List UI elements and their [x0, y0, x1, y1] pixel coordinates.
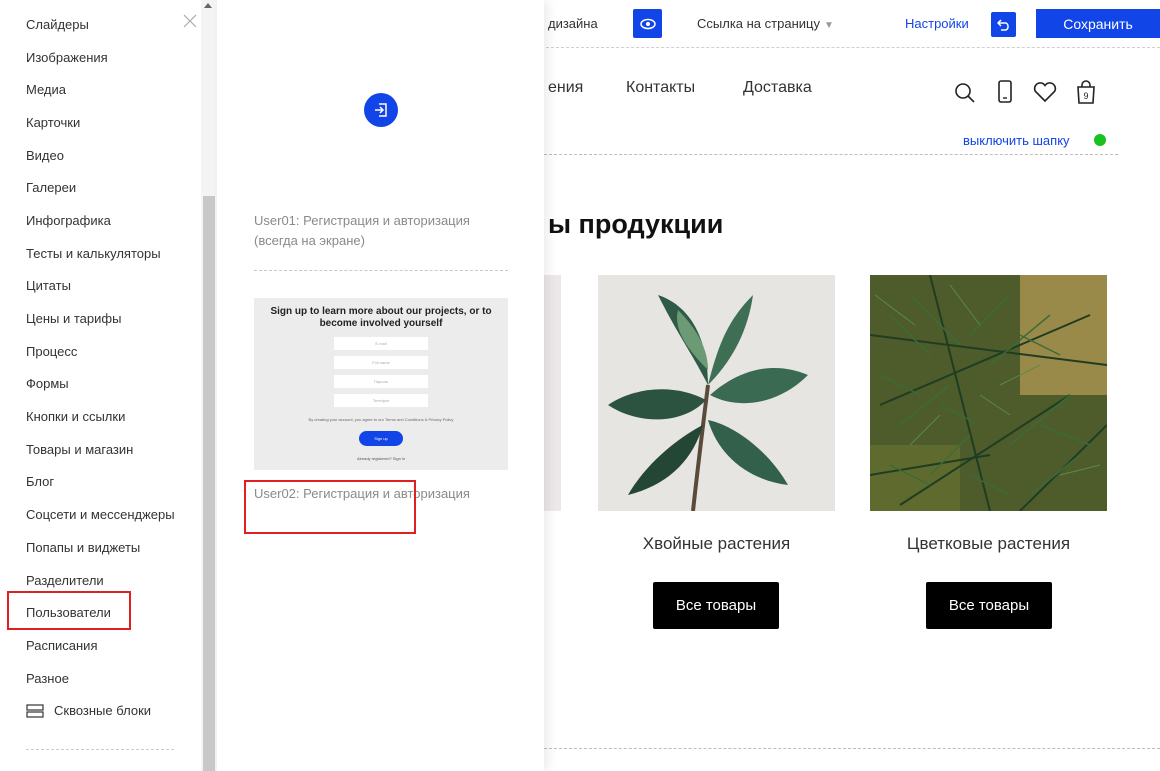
thumb-signup-button: Sign up	[359, 431, 403, 446]
thumb-already: Already registered? Sign in	[356, 456, 406, 461]
panel-divider	[26, 749, 174, 750]
nav-item-partial[interactable]: ения	[548, 79, 583, 97]
highlight-box-user02	[244, 480, 416, 534]
toggle-header-link[interactable]: выключить шапку	[963, 133, 1070, 148]
block-label-user01[interactable]: User01: Регистрация и авторизация (всегд…	[254, 211, 484, 251]
thumb-field: Full name	[334, 356, 428, 369]
undo-button[interactable]	[991, 12, 1016, 37]
nav-item-contacts[interactable]: Контакты	[626, 79, 695, 97]
category-item[interactable]: Формы	[26, 368, 175, 401]
close-icon[interactable]	[182, 13, 198, 29]
category-item[interactable]: Галереи	[26, 171, 175, 204]
product-card-title: Хвойные растения	[642, 534, 791, 553]
cart-count: 9	[1083, 91, 1088, 101]
undo-icon	[996, 18, 1009, 31]
page-link-dropdown[interactable]: Ссылка на страницу ▼	[697, 16, 834, 31]
category-item[interactable]: Процесс	[26, 335, 175, 368]
highlight-box-users	[7, 591, 131, 630]
scrollbar-thumb[interactable]	[203, 196, 215, 771]
product-card-image-partial	[544, 275, 561, 511]
all-products-button[interactable]: Все товары	[653, 582, 779, 629]
block-category-panel: Слайдеры Изображения Медиа Карточки Виде…	[0, 0, 217, 771]
category-item[interactable]: Кнопки и ссылки	[26, 400, 175, 433]
design-mode-label[interactable]: дизайна	[548, 16, 598, 31]
preview-divider	[254, 270, 508, 271]
product-card-image	[870, 275, 1107, 511]
category-item[interactable]: Видео	[26, 139, 175, 172]
category-item[interactable]: Изображения	[26, 41, 175, 74]
section-title: ы продукции	[548, 209, 724, 239]
page-link-label: Ссылка на страницу	[697, 16, 820, 31]
category-item[interactable]: Инфографика	[26, 204, 175, 237]
header-status-dot[interactable]	[1094, 134, 1106, 146]
category-item[interactable]: Расписания	[26, 629, 175, 662]
thumb-field: Телефон	[334, 394, 428, 407]
thumb-field: Пароль	[334, 375, 428, 388]
category-item[interactable]: Цены и тарифы	[26, 302, 175, 335]
eye-icon	[639, 18, 656, 29]
search-icon[interactable]	[952, 79, 978, 105]
category-item[interactable]: Цитаты	[26, 270, 175, 303]
thumb-terms: By creating your account, you agree to o…	[308, 417, 454, 422]
category-item[interactable]: Товары и магазин	[26, 433, 175, 466]
category-item[interactable]: Медиа	[26, 73, 175, 106]
save-button[interactable]: Сохранить	[1036, 9, 1160, 38]
all-products-button[interactable]: Все товары	[926, 582, 1052, 629]
global-blocks-item[interactable]: Сквозные блоки	[26, 694, 175, 727]
block-thumbnail-user02[interactable]: Sign up to learn more about our projects…	[254, 298, 508, 470]
cart-icon[interactable]: 9	[1073, 79, 1099, 105]
section-divider	[544, 748, 1160, 749]
scroll-up-icon[interactable]	[204, 3, 212, 8]
phone-icon[interactable]	[992, 79, 1018, 105]
settings-link[interactable]: Настройки	[905, 16, 969, 31]
category-item[interactable]: Тесты и калькуляторы	[26, 237, 175, 270]
login-block-button[interactable]	[364, 93, 398, 127]
category-item[interactable]: Блог	[26, 466, 175, 499]
preview-button[interactable]	[633, 9, 662, 38]
thumb-title: Sign up to learn more about our projects…	[270, 306, 492, 329]
header-divider	[544, 154, 1118, 155]
heart-icon[interactable]	[1032, 79, 1058, 105]
login-icon	[375, 103, 387, 117]
category-item[interactable]: Слайдеры	[26, 8, 175, 41]
product-card-title: Цветковые растения	[906, 534, 1071, 553]
nav-item-delivery[interactable]: Доставка	[743, 79, 812, 97]
category-item[interactable]: Разное	[26, 662, 175, 695]
category-item[interactable]: Попапы и виджеты	[26, 531, 175, 564]
layers-icon	[26, 704, 44, 718]
thumb-field: E-mail	[334, 337, 428, 350]
category-item[interactable]: Карточки	[26, 106, 175, 139]
product-card-image	[598, 275, 835, 511]
caret-down-icon: ▼	[823, 20, 834, 31]
category-item[interactable]: Соцсети и мессенджеры	[26, 498, 175, 531]
global-blocks-label: Сквозные блоки	[54, 703, 152, 719]
